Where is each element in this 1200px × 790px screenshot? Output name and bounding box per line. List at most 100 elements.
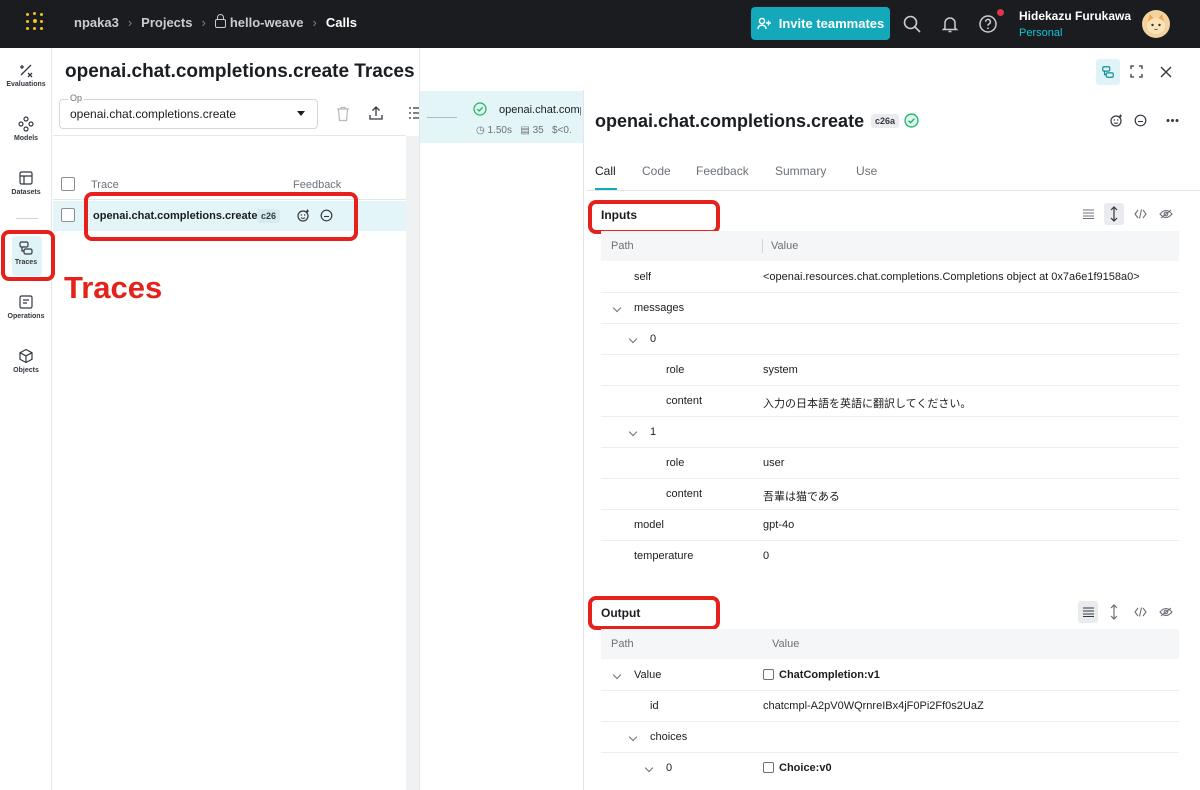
sidebar-item-models[interactable]: Models bbox=[0, 116, 52, 142]
kv-value: 吾輩は猫である bbox=[763, 491, 840, 503]
column-header-trace[interactable]: Trace bbox=[91, 179, 119, 191]
lock-icon bbox=[214, 14, 226, 28]
chevron-down-icon[interactable] bbox=[628, 334, 638, 344]
kv-row[interactable]: content 吾輩は猫である bbox=[601, 479, 1179, 510]
kv-row[interactable]: role user bbox=[601, 448, 1179, 479]
kv-value[interactable]: ChatCompletion:v1 bbox=[779, 669, 880, 681]
kv-key: messages bbox=[634, 302, 685, 314]
tab-call[interactable]: Call bbox=[595, 164, 616, 178]
select-all-checkbox[interactable] bbox=[61, 177, 75, 191]
kv-row[interactable]: temperature 0 bbox=[601, 541, 1179, 572]
search-icon[interactable] bbox=[902, 14, 922, 34]
kv-row[interactable]: choices bbox=[601, 722, 1179, 753]
add-reaction-icon[interactable] bbox=[1110, 114, 1123, 127]
chevron-down-icon[interactable] bbox=[612, 670, 622, 680]
object-icon bbox=[763, 762, 774, 773]
tab-code[interactable]: Code bbox=[642, 164, 671, 178]
success-check-icon bbox=[473, 102, 487, 116]
call-tokens: 35 bbox=[532, 125, 544, 136]
breadcrumb-projects[interactable]: Projects bbox=[141, 15, 192, 30]
column-header-path: Path bbox=[611, 638, 634, 650]
kv-row[interactable]: Value ChatCompletion:v1 bbox=[601, 660, 1179, 691]
call-name: openai.chat.completions.create bbox=[499, 104, 581, 116]
comment-icon[interactable] bbox=[1134, 114, 1147, 127]
pane-resize-handle[interactable] bbox=[406, 136, 419, 790]
kv-value: 入力の日本語を英語に翻訳してください。 bbox=[763, 398, 972, 410]
sidebar-item-operations[interactable]: Operations bbox=[0, 294, 52, 320]
avatar[interactable] bbox=[1142, 10, 1170, 38]
tokens-icon: ▤ bbox=[520, 125, 530, 136]
sidebar-item-label: Evaluations bbox=[6, 81, 46, 88]
sidebar-item-evaluations[interactable]: Evaluations bbox=[0, 62, 52, 88]
caret-down-icon[interactable] bbox=[297, 111, 305, 116]
chevron-down-icon[interactable] bbox=[644, 763, 654, 773]
close-icon[interactable] bbox=[1160, 66, 1172, 78]
kv-row[interactable]: content 入力の日本語を英語に翻訳してください。 bbox=[601, 386, 1179, 417]
call-id-badge: c26a bbox=[871, 114, 900, 128]
invite-label: Invite teammates bbox=[778, 16, 885, 31]
output-table-header: Path Value bbox=[601, 629, 1179, 659]
columns-icon[interactable] bbox=[408, 106, 419, 120]
tab-use[interactable]: Use bbox=[856, 164, 877, 178]
chevron-down-icon[interactable] bbox=[628, 732, 638, 742]
sidebar-divider bbox=[16, 218, 38, 219]
breadcrumb-project[interactable]: hello-weave bbox=[230, 15, 304, 30]
kv-row[interactable]: role system bbox=[601, 355, 1179, 386]
tab-feedback[interactable]: Feedback bbox=[696, 164, 749, 178]
bell-icon[interactable] bbox=[940, 14, 960, 34]
call-cost: $<0. bbox=[552, 125, 572, 136]
kv-value: system bbox=[763, 364, 798, 376]
kv-row[interactable]: messages bbox=[601, 293, 1179, 324]
tab-summary[interactable]: Summary bbox=[775, 164, 826, 178]
expand-all-icon[interactable] bbox=[1104, 601, 1124, 623]
chevron-down-icon[interactable] bbox=[628, 427, 638, 437]
tabs-divider bbox=[586, 190, 1200, 191]
kv-row[interactable]: id chatcmpl-A2pV0WQrnreIBx4jF0Pi2Ff0s2UaZ bbox=[601, 691, 1179, 722]
export-icon[interactable] bbox=[368, 105, 384, 121]
fullscreen-icon[interactable] bbox=[1130, 65, 1143, 78]
user-plus-icon bbox=[756, 17, 771, 30]
annotation-box-traces-nav bbox=[1, 230, 55, 281]
expand-all-icon[interactable] bbox=[1104, 203, 1124, 225]
trace-tree-toggle[interactable] bbox=[1096, 59, 1120, 85]
kv-row[interactable]: 1 bbox=[601, 417, 1179, 448]
page-title: openai.chat.completions.create Traces bbox=[65, 61, 415, 82]
hide-icon[interactable] bbox=[1156, 601, 1176, 623]
workspace-name: Personal bbox=[1019, 27, 1063, 39]
datasets-icon bbox=[19, 171, 33, 185]
kv-value[interactable]: Choice:v0 bbox=[779, 762, 832, 774]
sidebar-item-label: Models bbox=[13, 135, 39, 142]
breadcrumb-chevron-icon: › bbox=[312, 15, 317, 30]
kv-value: <openai.resources.chat.completions.Compl… bbox=[763, 271, 1140, 283]
kv-row[interactable]: 0 bbox=[601, 324, 1179, 355]
list-view-icon[interactable] bbox=[1078, 601, 1098, 623]
chevron-down-icon[interactable] bbox=[612, 303, 622, 313]
op-filter-label: Op bbox=[68, 93, 85, 103]
more-options-icon[interactable] bbox=[1166, 118, 1179, 123]
kv-row[interactable]: model gpt-4o bbox=[601, 510, 1179, 541]
user-menu[interactable]: Hidekazu Furukawa Personal bbox=[1019, 9, 1131, 39]
sidebar-item-label: Datasets bbox=[11, 189, 41, 196]
trash-icon[interactable] bbox=[336, 106, 350, 122]
kv-key: 0 bbox=[666, 762, 673, 774]
column-header-feedback[interactable]: Feedback bbox=[293, 179, 341, 191]
sidebar-item-datasets[interactable]: Datasets bbox=[0, 170, 52, 196]
kv-key: 1 bbox=[650, 426, 657, 438]
code-view-icon[interactable] bbox=[1130, 203, 1150, 225]
invite-teammates-button[interactable]: Invite teammates bbox=[751, 7, 890, 40]
help-icon[interactable] bbox=[978, 14, 998, 34]
hide-icon[interactable] bbox=[1156, 203, 1176, 225]
list-view-icon[interactable] bbox=[1078, 203, 1098, 225]
wandb-logo-icon[interactable] bbox=[24, 12, 46, 34]
row-checkbox[interactable] bbox=[61, 208, 75, 222]
kv-row[interactable]: 0 Choice:v0 bbox=[601, 753, 1179, 784]
kv-key: self bbox=[634, 271, 652, 283]
kv-key: id bbox=[650, 700, 659, 712]
breadcrumb-chevron-icon: › bbox=[127, 15, 133, 30]
kv-row[interactable]: self <openai.resources.chat.completions.C… bbox=[601, 262, 1179, 293]
breadcrumb-entity[interactable]: npaka3 bbox=[74, 15, 119, 30]
kv-key: content bbox=[666, 488, 703, 500]
sidebar-item-objects[interactable]: Objects bbox=[0, 348, 52, 374]
kv-key: content bbox=[666, 395, 703, 407]
code-view-icon[interactable] bbox=[1130, 601, 1150, 623]
